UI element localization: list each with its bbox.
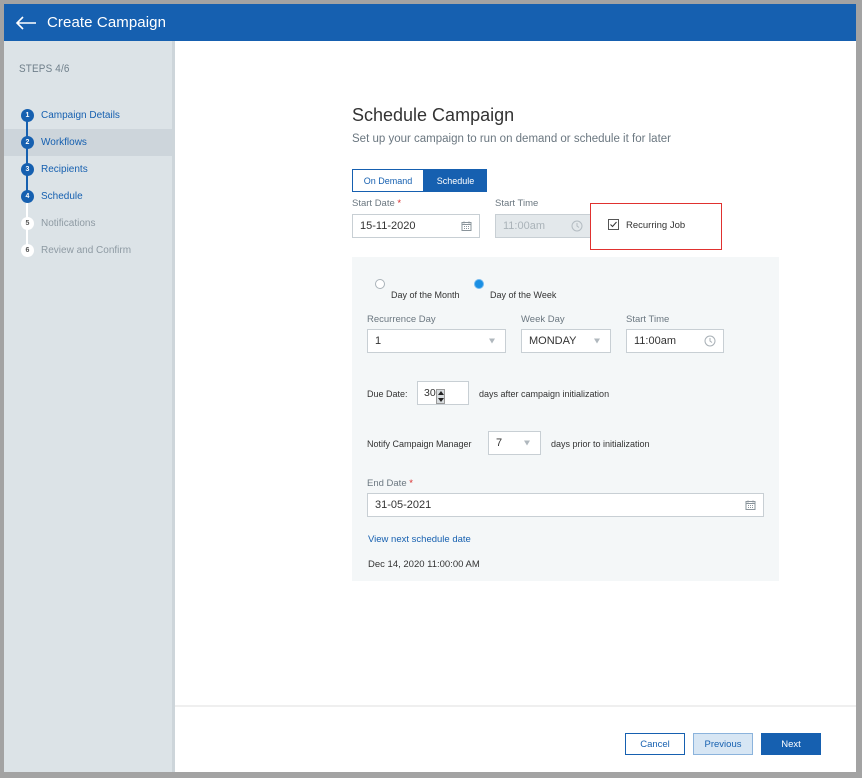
checkmark-icon bbox=[610, 221, 617, 228]
footer-divider bbox=[175, 705, 856, 707]
cancel-button[interactable]: Cancel bbox=[625, 733, 685, 755]
increment-arrow-icon[interactable] bbox=[437, 391, 444, 396]
recurrence-day-value: 1 bbox=[375, 335, 382, 347]
sidebar-step-notifications[interactable]: 5 Notifications bbox=[4, 210, 172, 237]
next-schedule-date: Dec 14, 2020 11:00:00 AM bbox=[368, 559, 480, 570]
recurrence-start-time-label: Start Time bbox=[626, 314, 670, 325]
start-time-label: Start Time bbox=[495, 198, 539, 209]
view-next-schedule-link[interactable]: View next schedule date bbox=[368, 534, 471, 545]
step-label: Recipients bbox=[41, 164, 88, 175]
start-date-label-text: Start Date bbox=[352, 198, 395, 209]
page-title: Schedule Campaign bbox=[352, 105, 515, 125]
day-of-month-label: Day of the Month bbox=[391, 290, 460, 300]
step-label: Campaign Details bbox=[41, 110, 120, 121]
steps-sidebar: STEPS 4/6 1 Campaign Details 2 Workflows… bbox=[4, 41, 175, 772]
step-connector bbox=[26, 116, 28, 197]
dropdown-arrow-icon bbox=[489, 338, 495, 344]
day-of-week-label: Day of the Week bbox=[490, 290, 557, 300]
notify-days-value: 7 bbox=[496, 437, 503, 449]
end-date-input[interactable]: 31-05-2021 bbox=[367, 493, 764, 517]
previous-button[interactable]: Previous bbox=[693, 733, 753, 755]
sidebar-step-workflows[interactable]: 2 Workflows bbox=[4, 129, 172, 156]
end-date-label-text: End Date bbox=[367, 478, 407, 489]
required-marker: * bbox=[397, 198, 402, 209]
step-label: Notifications bbox=[41, 218, 96, 229]
step-number-badge: 3 bbox=[21, 163, 34, 176]
due-date-label: Due Date: bbox=[367, 389, 408, 399]
page-subtitle: Set up your campaign to run on demand or… bbox=[352, 133, 671, 145]
sidebar-step-recipients[interactable]: 3 Recipients bbox=[4, 156, 172, 183]
arrow-left-icon bbox=[15, 15, 36, 30]
end-date-label: End Date * bbox=[367, 478, 413, 489]
schedule-mode-toggle: On Demand Schedule bbox=[352, 169, 487, 192]
step-label: Review and Confirm bbox=[41, 245, 132, 256]
start-time-value: 11:00am bbox=[503, 220, 545, 232]
calendar-icon[interactable] bbox=[461, 221, 472, 232]
clock-icon[interactable] bbox=[704, 335, 716, 347]
recurrence-day-select[interactable]: 1 bbox=[367, 329, 506, 353]
page-header-title: Create Campaign bbox=[47, 14, 167, 31]
step-number-badge: 4 bbox=[21, 190, 34, 203]
day-of-week-radio[interactable] bbox=[474, 279, 484, 289]
step-number-badge: 1 bbox=[21, 109, 34, 122]
step-number-badge: 6 bbox=[21, 244, 34, 257]
due-date-spinner[interactable] bbox=[436, 389, 445, 404]
step-label: Schedule bbox=[41, 191, 83, 202]
start-date-label: Start Date * bbox=[352, 198, 401, 209]
recurring-job-checkbox[interactable] bbox=[608, 219, 619, 230]
recurrence-start-time-value: 11:00am bbox=[634, 335, 676, 347]
start-date-input[interactable]: 15-11-2020 bbox=[352, 214, 480, 238]
start-time-input: 11:00am bbox=[495, 214, 591, 238]
step-label: Workflows bbox=[41, 137, 87, 148]
next-button[interactable]: Next bbox=[761, 733, 821, 755]
on-demand-option[interactable]: On Demand bbox=[352, 169, 424, 192]
notify-manager-label: Notify Campaign Manager bbox=[367, 439, 472, 449]
step-number-badge: 2 bbox=[21, 136, 34, 149]
week-day-label: Week Day bbox=[521, 314, 565, 325]
recurrence-start-time-input[interactable]: 11:00am bbox=[626, 329, 724, 353]
dropdown-arrow-icon bbox=[524, 440, 530, 446]
notify-days-select[interactable]: 7 bbox=[488, 431, 541, 455]
app-header: Create Campaign bbox=[4, 4, 856, 41]
day-of-month-radio[interactable] bbox=[375, 279, 385, 289]
back-button[interactable] bbox=[15, 13, 41, 33]
clock-icon bbox=[571, 220, 583, 232]
end-date-value: 31-05-2021 bbox=[375, 499, 432, 511]
dropdown-arrow-icon bbox=[594, 338, 600, 344]
schedule-option[interactable]: Schedule bbox=[424, 169, 487, 192]
recurring-job-label: Recurring Job bbox=[626, 220, 686, 231]
decrement-arrow-icon[interactable] bbox=[437, 397, 444, 402]
calendar-icon[interactable] bbox=[745, 500, 756, 511]
steps-progress-label: STEPS 4/6 bbox=[19, 63, 70, 75]
sidebar-step-campaign-details[interactable]: 1 Campaign Details bbox=[4, 102, 172, 129]
start-date-value: 15-11-2020 bbox=[360, 220, 416, 232]
step-number-badge: 5 bbox=[21, 217, 34, 230]
due-date-suffix: days after campaign initialization bbox=[479, 389, 610, 399]
required-marker: * bbox=[409, 478, 413, 489]
recurrence-panel bbox=[352, 257, 779, 581]
week-day-select[interactable]: MONDAY bbox=[521, 329, 611, 353]
due-date-value: 30 bbox=[424, 387, 436, 399]
sidebar-step-review-and-confirm[interactable]: 6 Review and Confirm bbox=[4, 237, 172, 264]
week-day-value: MONDAY bbox=[529, 335, 577, 347]
sidebar-step-schedule[interactable]: 4 Schedule bbox=[4, 183, 172, 210]
recurrence-day-label: Recurrence Day bbox=[367, 314, 436, 325]
notify-suffix: days prior to initialization bbox=[551, 439, 650, 449]
